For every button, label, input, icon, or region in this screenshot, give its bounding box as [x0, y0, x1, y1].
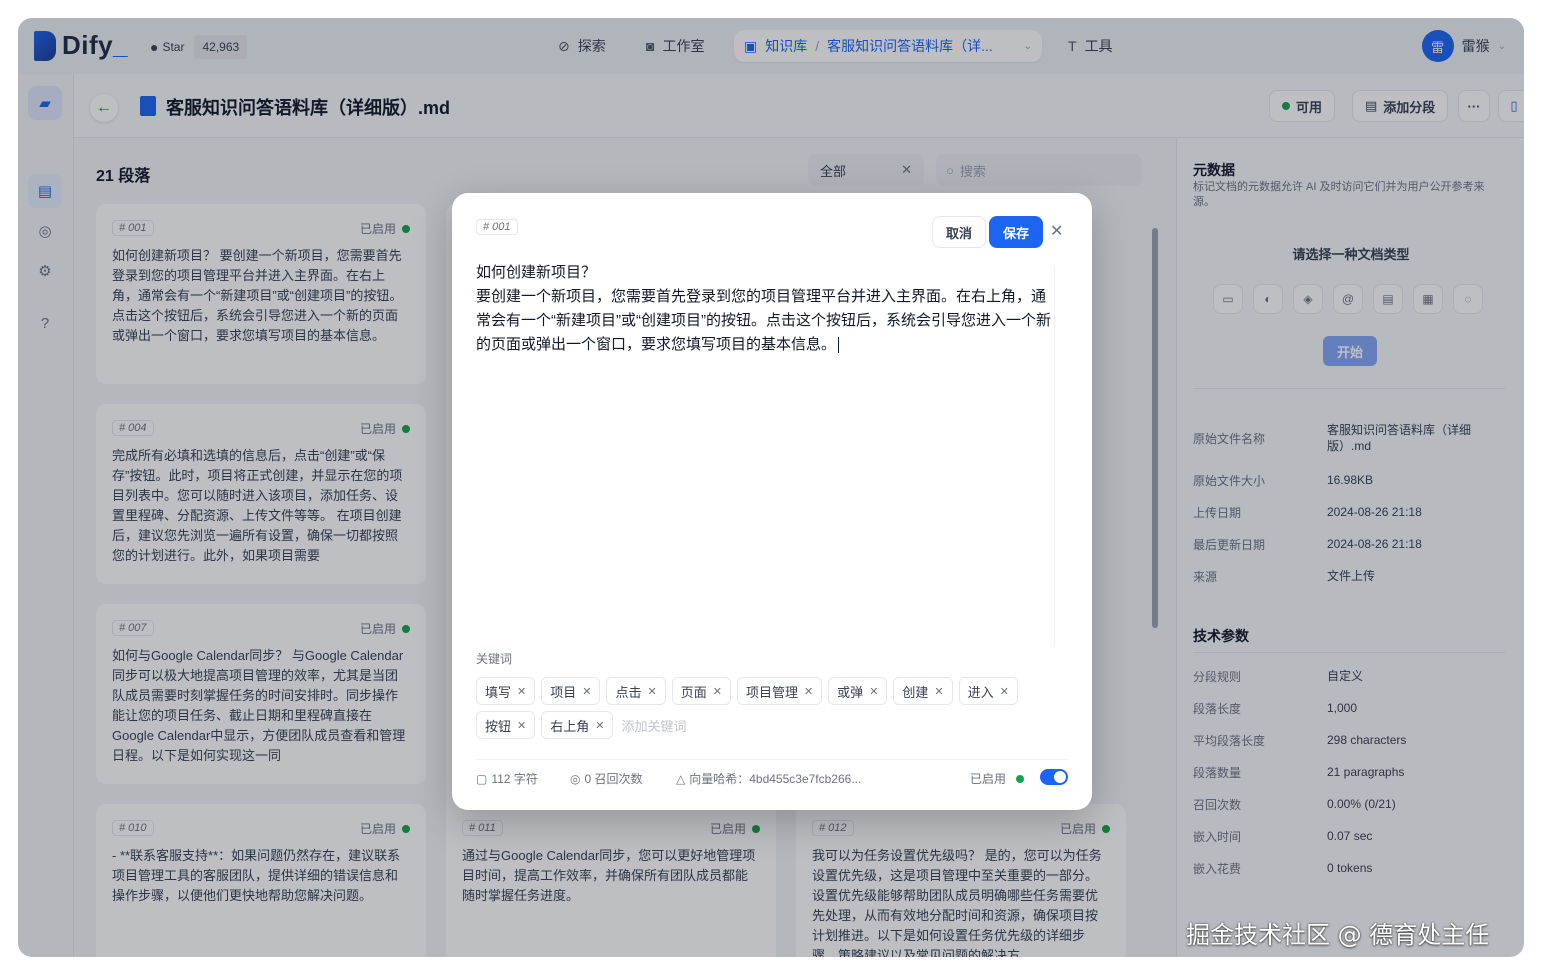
close-icon[interactable]: ✕ [1050, 221, 1063, 241]
keyword-tag[interactable]: 填写 ✕ [476, 677, 536, 705]
keyword-tag[interactable]: 创建 ✕ [893, 677, 953, 705]
remove-icon: ✕ [517, 685, 527, 698]
segment-id: # 001 [476, 219, 518, 235]
divider [476, 759, 1068, 760]
keyword-tag[interactable]: 或弹 ✕ [828, 677, 888, 705]
hash-icon: △ [676, 771, 686, 786]
keyword-tag[interactable]: 页面 ✕ [671, 677, 731, 705]
remove-icon: ✕ [712, 685, 722, 698]
text-caret [838, 337, 840, 354]
remove-icon: ✕ [803, 685, 814, 698]
keyword-tag[interactable]: 右上角 ✕ [541, 711, 614, 739]
keyword-tag[interactable]: 项目管理 ✕ [736, 677, 823, 705]
keyword-tag[interactable]: 点击 ✕ [606, 677, 666, 705]
target-icon: ◎ [570, 771, 581, 786]
keyword-tag[interactable]: 项目 ✕ [541, 677, 601, 705]
cancel-button[interactable]: 取消 [932, 216, 986, 248]
recall-count: ◎ 0 召回次数 [570, 771, 643, 787]
segment-edit-modal: # 001 取消 保存 ✕ 如何创建新项目？ 要创建一个新项目，您需要首先登录到… [452, 193, 1092, 810]
segment-content-editor[interactable]: 如何创建新项目？ 要创建一个新项目，您需要首先登录到您的项目管理平台并进入主界面… [476, 261, 1056, 357]
save-button[interactable]: 保存 [989, 216, 1043, 248]
keyword-tag[interactable]: 按钮 ✕ [476, 711, 536, 739]
enable-toggle[interactable] [1040, 769, 1068, 785]
editor-scrollbar[interactable] [1054, 265, 1068, 645]
question-line: 如何创建新项目？ [476, 264, 597, 281]
text-icon: ▢ [476, 771, 488, 786]
remove-icon: ✕ [582, 685, 592, 698]
remove-icon: ✕ [999, 685, 1009, 698]
keyword-list: 填写 ✕ 项目 ✕ 点击 ✕ 页面 ✕ 项目管理 ✕ 或弹 ✕ 创建 ✕ 进入 ✕ 按钮 ✕ 右上… [476, 677, 1068, 739]
keywords-label: 关键词 [476, 652, 513, 666]
remove-icon: ✕ [869, 685, 879, 698]
remove-icon: ✕ [517, 719, 527, 732]
remove-icon: ✕ [595, 719, 605, 732]
char-count: ▢ 112 字符 [476, 771, 538, 787]
remove-icon: ✕ [647, 685, 657, 698]
watermark-text: 掘金技术社区 @ 德育处主任 [1186, 921, 1490, 949]
keyword-tag[interactable]: 进入 ✕ [958, 677, 1018, 705]
answer-text: 要创建一个新项目，您需要首先登录到您的项目管理平台并进入主界面。在右上角，通常会… [476, 288, 1051, 353]
remove-icon: ✕ [934, 685, 944, 698]
enabled-status: 已启用 [970, 770, 1025, 787]
vector-hash: △ 向量哈希：4bd455c3e7fcb266... [676, 771, 862, 787]
app-window: Dify_ ● Star 42,963 ⊘ 探索 ◙ 工作室 ▣ 知识库 / 客… [18, 18, 1524, 957]
add-keyword-input[interactable]: 添加关键词 [619, 711, 688, 739]
